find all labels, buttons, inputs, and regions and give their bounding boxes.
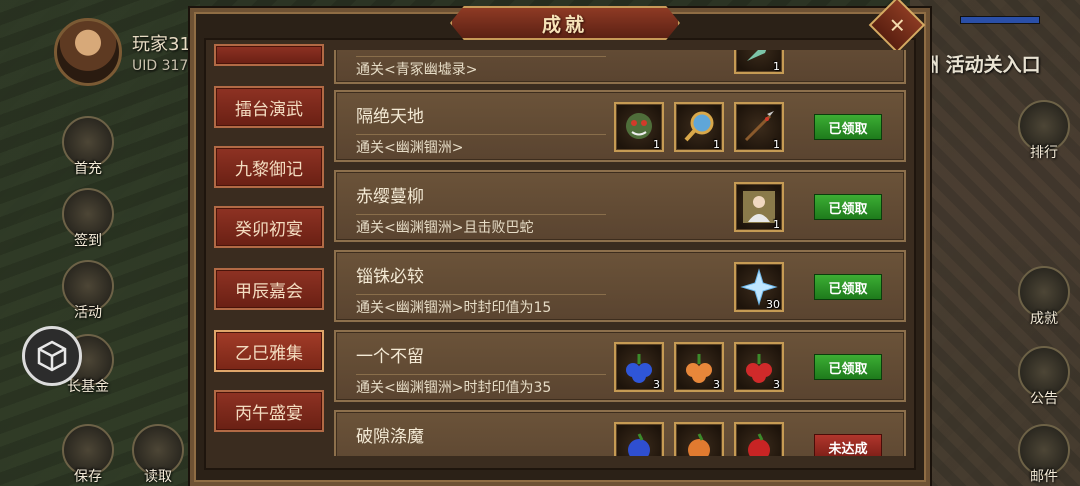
reward-qty: 1	[773, 138, 780, 151]
reward-item-red-berry[interactable]: 3	[734, 342, 784, 392]
side-button-label: 读取	[144, 469, 172, 485]
reward-item-spear[interactable]: 1	[734, 102, 784, 152]
achievement-desc: 通关<幽渊锢洲>且击败巴蛇	[356, 214, 606, 237]
player-avatar[interactable]	[54, 18, 122, 86]
achievement-row: 锱铢必较 通关<幽渊锢洲>时封印值为15 30 已领取	[334, 250, 906, 322]
close-icon: ✕	[888, 12, 906, 37]
achievement-title: 锱铢必较	[356, 267, 424, 287]
side-button-mail[interactable]: 邮件	[1018, 424, 1070, 485]
side-button-load[interactable]: 读取	[132, 424, 184, 485]
side-button-sign-in[interactable]: 签到	[62, 188, 114, 249]
achievement-title: 隔绝天地	[356, 107, 424, 127]
reward-item-magnifier-mirror[interactable]: 1	[674, 102, 724, 152]
side-button-label: 成就	[1030, 311, 1058, 327]
status-claimed-button[interactable]: 已领取	[814, 274, 882, 300]
reward-item-orange-fruit[interactable]	[674, 422, 724, 456]
side-button-label: 长基金	[67, 379, 109, 395]
side-button-label: 首充	[74, 161, 102, 177]
side-button-first-recharge[interactable]: 首充	[62, 116, 114, 177]
reward-item-hero-portrait[interactable]: 1	[734, 182, 784, 232]
tab-jiuli-yuji[interactable]: 九黎御记	[214, 146, 324, 188]
reward-item-feather-blade[interactable]: 1	[734, 50, 784, 74]
side-button-label: 活动	[74, 305, 102, 321]
reward-qty: 3	[713, 378, 720, 391]
tab-yisi-yaji[interactable]: 乙巳雅集	[214, 330, 324, 372]
resource-bar	[960, 16, 1040, 24]
side-button-announcement[interactable]: 公告	[1018, 346, 1070, 407]
achievement-row: 通关<青冢幽墟录> 1	[334, 50, 906, 84]
red-fruit-icon	[748, 433, 770, 456]
status-claimed-button[interactable]: 已领取	[814, 194, 882, 220]
tab-guimao-chuyan[interactable]: 癸卯初宴	[214, 206, 324, 248]
reward-qty: 1	[773, 218, 780, 231]
side-button-activity[interactable]: 活动	[62, 260, 114, 321]
reward-qty: 1	[773, 60, 780, 73]
side-button-label: 邮件	[1030, 469, 1058, 485]
tab-bingwu-shengyan[interactable]: 丙午盛宴	[214, 390, 324, 432]
achievement-list[interactable]: 通关<青冢幽墟录> 1 隔绝天地 通关<幽渊锢洲> 1 1 1 已领取 赤缨蔓柳…	[334, 50, 906, 456]
reward-item-red-fruit[interactable]	[734, 422, 784, 456]
reward-item-ice-crystal[interactable]: 30	[734, 262, 784, 312]
tab-leitai-yanwu[interactable]: 擂台演武	[214, 86, 324, 128]
side-button-achievement[interactable]: 成就	[1018, 266, 1070, 327]
side-button-label: 保存	[74, 469, 102, 485]
side-button-label: 公告	[1030, 391, 1058, 407]
reward-item-orange-berry[interactable]: 3	[674, 342, 724, 392]
cube-icon	[37, 340, 67, 372]
reward-item-demon-mask[interactable]: 1	[614, 102, 664, 152]
achievement-row: 隔绝天地 通关<幽渊锢洲> 1 1 1 已领取	[334, 90, 906, 162]
reward-qty: 1	[653, 138, 660, 151]
side-button-label: 排行	[1030, 145, 1058, 161]
reward-qty: 30	[766, 298, 780, 311]
achievement-row: 一个不留 通关<幽渊锢洲>时封印值为35 3 3 3 已领取	[334, 330, 906, 402]
achievement-title: 破隙涤魔	[356, 427, 424, 447]
achievement-desc: 通关<幽渊锢洲>时封印值为15	[356, 294, 606, 317]
reward-qty: 1	[713, 138, 720, 151]
achievement-desc: 通关<青冢幽墟录>	[356, 56, 606, 79]
side-button-label: 签到	[74, 233, 102, 249]
reward-qty: 3	[773, 378, 780, 391]
panel-title: 成就	[541, 13, 588, 36]
activity-entrance-link[interactable]: 洲 活动关入口	[920, 50, 1041, 77]
player-uid: UID 3173	[132, 58, 198, 74]
achievement-desc: 通关<幽渊锢洲>时封印值为35	[356, 374, 606, 397]
reward-item-blue-fruit[interactable]	[614, 422, 664, 456]
status-pending-badge: 未达成	[814, 434, 882, 456]
side-button-save[interactable]: 保存	[62, 424, 114, 485]
panel-title-plate: 成就	[450, 6, 680, 40]
orange-fruit-icon	[688, 433, 710, 456]
floating-cube-button[interactable]	[22, 326, 82, 386]
side-button-ranking[interactable]: 排行	[1018, 100, 1070, 161]
achievement-row: 赤缨蔓柳 通关<幽渊锢洲>且击败巴蛇 1 已领取	[334, 170, 906, 242]
tab-partial-top[interactable]	[214, 44, 324, 66]
reward-qty: 3	[653, 378, 660, 391]
feather-blade-icon	[747, 50, 767, 61]
achievement-title: 赤缨蔓柳	[356, 187, 424, 207]
achievement-desc: 通关<幽渊锢洲>	[356, 134, 606, 157]
achievement-title: 一个不留	[356, 347, 424, 367]
tab-jiachen-jiahui[interactable]: 甲辰嘉会	[214, 268, 324, 310]
status-claimed-button[interactable]: 已领取	[814, 114, 882, 140]
reward-item-blue-berry[interactable]: 3	[614, 342, 664, 392]
blue-fruit-icon	[628, 433, 650, 456]
status-claimed-button[interactable]: 已领取	[814, 354, 882, 380]
achievement-row: 破隙涤魔 未达成	[334, 410, 906, 456]
